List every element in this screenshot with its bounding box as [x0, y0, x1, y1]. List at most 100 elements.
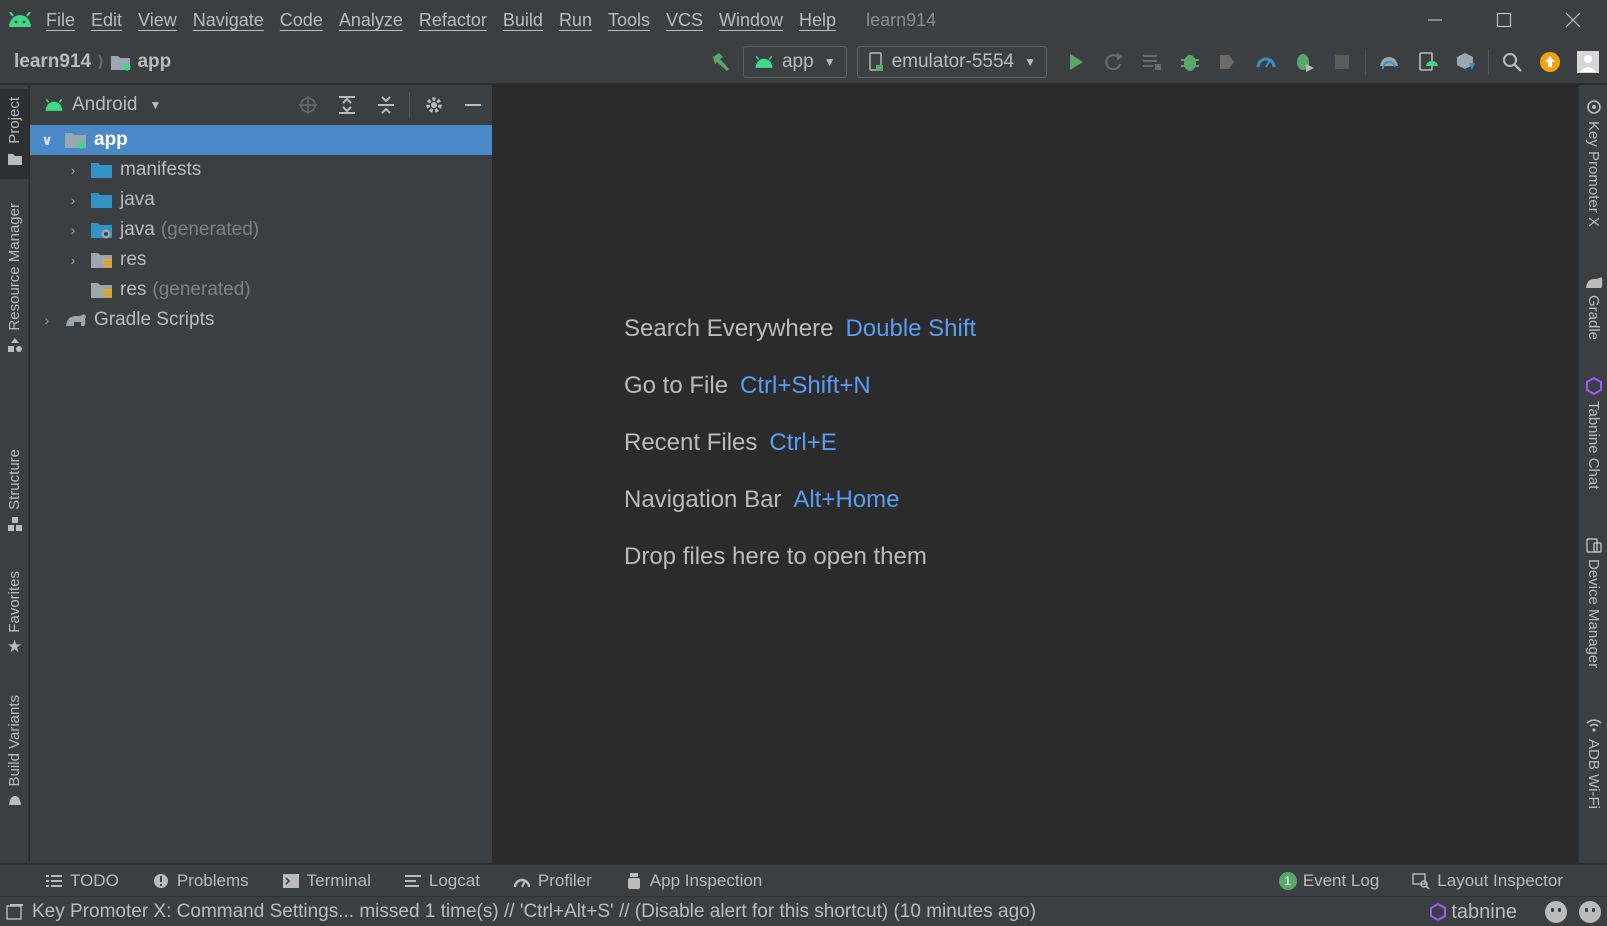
- tree-item-gradle-scripts[interactable]: › Gradle Scripts: [30, 305, 492, 335]
- status-message[interactable]: Key Promoter X: Command Settings... miss…: [32, 901, 1036, 923]
- project-view-select[interactable]: Android ▼: [44, 94, 161, 116]
- sdk-manager-icon[interactable]: [1446, 40, 1484, 84]
- tree-item-suffix: (generated): [152, 279, 251, 300]
- feedback-sad-icon[interactable]: [1579, 901, 1601, 923]
- tool-layout-inspector[interactable]: Layout Inspector: [1411, 871, 1563, 891]
- tab-tabnine-chat[interactable]: Tabnine Chat: [1579, 377, 1607, 507]
- avd-manager-icon[interactable]: [1408, 40, 1446, 84]
- menu-vcs[interactable]: VCS: [658, 0, 711, 40]
- resource-manager-icon: [7, 337, 22, 352]
- profile-icon[interactable]: [1209, 40, 1247, 84]
- project-view-label: Android: [72, 94, 138, 115]
- menu-run[interactable]: Run: [551, 0, 600, 40]
- expand-all-button[interactable]: [327, 85, 366, 125]
- menu-analyze[interactable]: Analyze: [331, 0, 411, 40]
- tabnine-status[interactable]: tabnine: [1429, 901, 1517, 924]
- chevron-down-icon[interactable]: ∨: [40, 132, 54, 149]
- module-folder-icon: [64, 130, 88, 150]
- user-icon[interactable]: [1569, 40, 1607, 84]
- chevron-right-icon[interactable]: ›: [40, 312, 54, 328]
- tab-resource-manager[interactable]: Resource Manager: [0, 203, 29, 373]
- tree-item-label: app: [94, 129, 128, 150]
- search-icon[interactable]: [1493, 40, 1531, 84]
- tab-project[interactable]: Project: [0, 89, 29, 179]
- menu-tools[interactable]: Tools: [600, 0, 658, 40]
- tab-favorites[interactable]: Favorites ★: [0, 571, 29, 669]
- tool-app-inspection[interactable]: App Inspection: [624, 871, 762, 891]
- hint-shortcut[interactable]: Double Shift: [845, 315, 976, 342]
- close-button[interactable]: [1538, 0, 1607, 40]
- event-count-badge: 1: [1278, 872, 1297, 890]
- tree-item-res[interactable]: › res: [30, 245, 492, 275]
- hammer-icon[interactable]: [701, 40, 739, 84]
- module-folder-icon: [110, 53, 132, 71]
- hint-shortcut[interactable]: Ctrl+Shift+N: [740, 372, 871, 399]
- tree-item-manifests[interactable]: › manifests: [30, 155, 492, 185]
- tab-structure[interactable]: Structure: [0, 449, 29, 545]
- apply-changes-icon[interactable]: [1095, 40, 1133, 84]
- menu-refactor[interactable]: Refactor: [411, 0, 495, 40]
- tool-profiler-label: Profiler: [537, 870, 592, 890]
- menu-navigate[interactable]: Navigate: [185, 0, 272, 40]
- tree-item-app[interactable]: ∨ app: [30, 125, 492, 155]
- tab-build-variants[interactable]: Build Variants: [0, 695, 29, 835]
- device-select[interactable]: emulator-5554 ▼: [856, 46, 1047, 78]
- menu-file[interactable]: File: [38, 0, 83, 40]
- tab-device-manager[interactable]: Device Manager: [1579, 537, 1607, 692]
- resources-folder-icon: [90, 280, 114, 300]
- apply-code-changes-icon[interactable]: [1133, 40, 1171, 84]
- update-icon[interactable]: [1531, 40, 1569, 84]
- toggle-tool-windows-icon[interactable]: [6, 903, 24, 921]
- run-icon[interactable]: [1057, 40, 1095, 84]
- menu-code[interactable]: Code: [272, 0, 331, 40]
- feedback-happy-icon[interactable]: [1545, 901, 1567, 923]
- hide-panel-button[interactable]: [453, 85, 492, 125]
- chevron-right-icon[interactable]: ›: [66, 162, 80, 178]
- tab-key-promoter-x[interactable]: Key Promoter X: [1579, 99, 1607, 249]
- tree-item-java[interactable]: › java: [30, 185, 492, 215]
- menu-edit[interactable]: Edit: [83, 0, 130, 40]
- breadcrumb-project[interactable]: learn914: [14, 51, 91, 73]
- tab-project-label: Project: [6, 97, 23, 144]
- stop-icon[interactable]: [1323, 40, 1361, 84]
- chevron-right-icon[interactable]: ›: [66, 222, 80, 238]
- status-bar-right: tabnine: [1429, 897, 1601, 926]
- tool-logcat[interactable]: Logcat: [403, 871, 480, 891]
- hint-shortcut[interactable]: Alt+Home: [793, 486, 899, 513]
- run-config-select[interactable]: app ▼: [742, 46, 847, 78]
- menu-help[interactable]: Help: [791, 0, 844, 40]
- hint-shortcut[interactable]: Ctrl+E: [769, 429, 836, 456]
- tree-item-java-generated[interactable]: › java (generated): [30, 215, 492, 245]
- breadcrumb-module[interactable]: app: [137, 51, 171, 73]
- maximize-button[interactable]: [1469, 0, 1538, 40]
- crosshair-icon: [298, 96, 317, 114]
- menu-build[interactable]: Build: [495, 0, 551, 40]
- tab-adb-wifi[interactable]: ADB Wi-Fi: [1579, 717, 1607, 829]
- tool-problems[interactable]: Problems: [151, 871, 249, 891]
- android-icon: [754, 55, 774, 69]
- phone-icon: [868, 52, 884, 72]
- panel-settings-button[interactable]: [414, 85, 453, 125]
- debug-icon[interactable]: [1171, 40, 1209, 84]
- profiler-gauge-icon[interactable]: [1247, 40, 1285, 84]
- chevron-down-icon: ▼: [823, 55, 836, 69]
- attach-debugger-icon[interactable]: [1285, 40, 1323, 84]
- locate-file-button[interactable]: [288, 85, 327, 125]
- collapse-all-button[interactable]: [366, 85, 405, 125]
- tool-profiler[interactable]: Profiler: [512, 871, 592, 891]
- chevron-right-icon[interactable]: ›: [66, 192, 80, 208]
- bottom-bar-right: 1 Event Log Layout Inspector: [1278, 865, 1563, 897]
- hint-go-to-file: Go to File Ctrl+Shift+N: [624, 372, 871, 400]
- tool-todo[interactable]: TODO: [44, 871, 119, 891]
- tool-terminal[interactable]: Terminal: [281, 871, 371, 891]
- menu-window[interactable]: Window: [711, 0, 791, 40]
- problems-icon: [151, 872, 171, 890]
- minimize-button[interactable]: [1400, 0, 1469, 40]
- menu-view[interactable]: View: [130, 0, 185, 40]
- tool-event-log[interactable]: 1 Event Log: [1278, 871, 1379, 891]
- sync-gradle-icon[interactable]: [1370, 40, 1408, 84]
- tab-gradle[interactable]: Gradle: [1579, 275, 1607, 365]
- gradle-icon: [64, 310, 88, 330]
- chevron-right-icon[interactable]: ›: [66, 252, 80, 268]
- tree-item-res-generated[interactable]: res (generated): [30, 275, 492, 305]
